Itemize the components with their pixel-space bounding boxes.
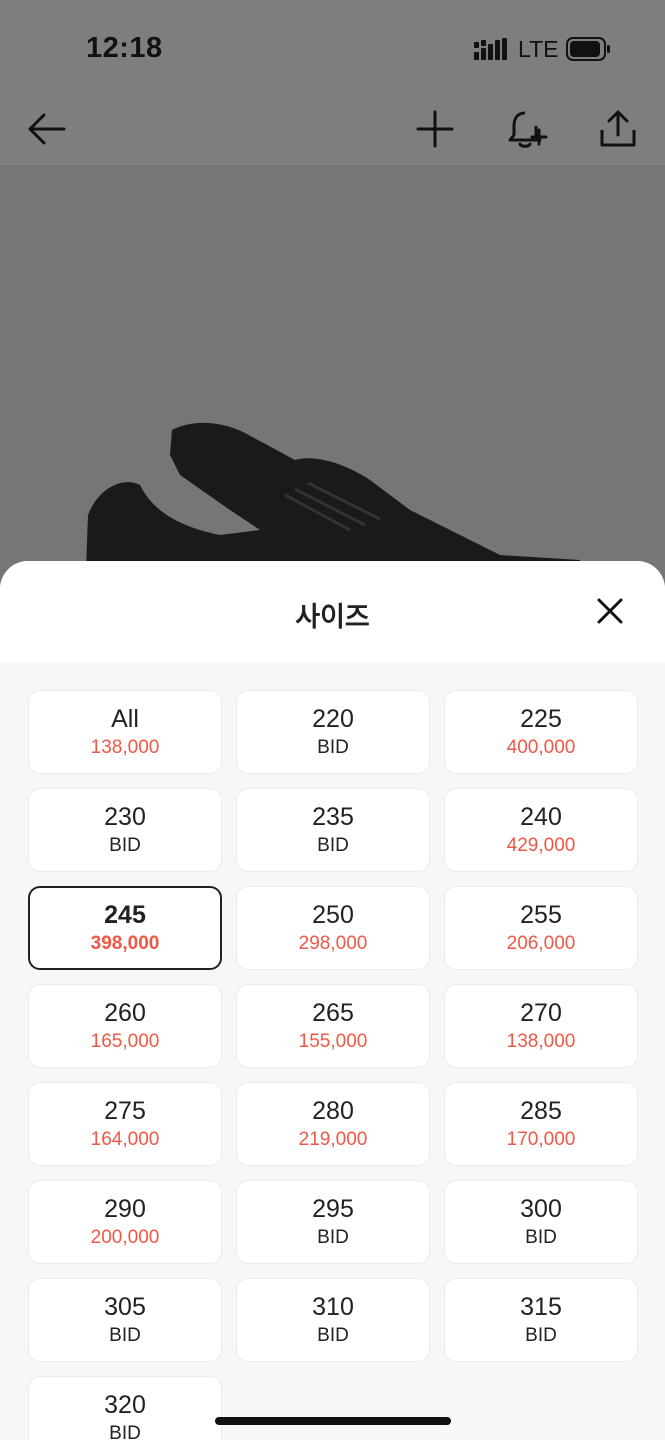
size-price: 170,000	[506, 1129, 576, 1150]
size-option[interactable]: 220 BID	[236, 690, 430, 774]
size-label: 220	[312, 705, 354, 733]
size-option[interactable]: 265 155,000	[236, 984, 430, 1068]
size-label: All	[111, 705, 139, 733]
size-price: BID	[317, 737, 349, 758]
size-option[interactable]: 315 BID	[444, 1278, 638, 1362]
size-label: 225	[520, 705, 562, 733]
size-option[interactable]: 225 400,000	[444, 690, 638, 774]
sheet-title: 사이즈	[295, 602, 370, 632]
size-option[interactable]: 245 398,000	[28, 886, 222, 970]
size-option[interactable]: 270 138,000	[444, 984, 638, 1068]
size-label: 230	[104, 803, 146, 831]
size-option[interactable]: 260 165,000	[28, 984, 222, 1068]
size-label: 300	[520, 1195, 562, 1223]
bell-plus-icon[interactable]	[506, 108, 548, 150]
size-price: 138,000	[506, 1031, 576, 1052]
product-image	[0, 165, 665, 585]
size-label: 265	[312, 999, 354, 1027]
size-price: BID	[109, 835, 141, 856]
size-price: 206,000	[506, 933, 576, 954]
close-icon[interactable]	[592, 593, 628, 629]
size-label: 295	[312, 1195, 354, 1223]
size-label: 245	[104, 901, 146, 929]
size-price: 200,000	[90, 1227, 160, 1248]
signal-strength-icon	[474, 38, 507, 60]
size-label: 280	[312, 1097, 354, 1125]
size-option[interactable]: 320 BID	[28, 1376, 222, 1440]
size-price: 398,000	[90, 933, 160, 954]
share-icon[interactable]	[597, 108, 639, 150]
size-option[interactable]: 230 BID	[28, 788, 222, 872]
size-price: 400,000	[506, 737, 576, 758]
size-price: 429,000	[506, 835, 576, 856]
size-label: 290	[104, 1195, 146, 1223]
shoe-image	[85, 422, 580, 585]
size-label: 305	[104, 1293, 146, 1321]
size-price: 219,000	[298, 1129, 368, 1150]
size-label: 240	[520, 803, 562, 831]
status-time: 12:18	[86, 32, 163, 64]
size-option[interactable]: 285 170,000	[444, 1082, 638, 1166]
battery-icon	[566, 37, 610, 61]
size-label: 310	[312, 1293, 354, 1321]
sheet-header: 사이즈	[0, 561, 665, 662]
size-price: BID	[109, 1325, 141, 1346]
size-option[interactable]: 310 BID	[236, 1278, 430, 1362]
size-label: 320	[104, 1391, 146, 1419]
top-nav-bar	[0, 95, 665, 165]
size-price: 155,000	[298, 1031, 368, 1052]
size-option[interactable]: All 138,000	[28, 690, 222, 774]
size-option[interactable]: 240 429,000	[444, 788, 638, 872]
size-option[interactable]: 235 BID	[236, 788, 430, 872]
size-label: 315	[520, 1293, 562, 1321]
size-option[interactable]: 300 BID	[444, 1180, 638, 1264]
size-label: 285	[520, 1097, 562, 1125]
size-price: 138,000	[90, 737, 160, 758]
size-label: 260	[104, 999, 146, 1027]
size-grid: All 138,000 220 BID 225 400,000 230 BID 235 BID 24…	[28, 690, 638, 1440]
home-indicator	[215, 1417, 451, 1425]
size-option[interactable]: 250 298,000	[236, 886, 430, 970]
size-price: 298,000	[298, 933, 368, 954]
size-label: 270	[520, 999, 562, 1027]
size-price: BID	[525, 1227, 557, 1248]
size-price: BID	[317, 1227, 349, 1248]
size-option[interactable]: 295 BID	[236, 1180, 430, 1264]
size-price: BID	[525, 1325, 557, 1346]
size-option[interactable]: 305 BID	[28, 1278, 222, 1362]
size-option[interactable]: 280 219,000	[236, 1082, 430, 1166]
size-price: 164,000	[90, 1129, 160, 1150]
size-option[interactable]: 275 164,000	[28, 1082, 222, 1166]
size-label: 235	[312, 803, 354, 831]
size-price: BID	[317, 835, 349, 856]
size-bottom-sheet: 사이즈 All 138,000 220 BID 225 400,000 230 BID 235 B…	[0, 561, 665, 1440]
size-label: 255	[520, 901, 562, 929]
size-price: 165,000	[90, 1031, 160, 1052]
size-label: 275	[104, 1097, 146, 1125]
size-option[interactable]: 290 200,000	[28, 1180, 222, 1264]
status-bar: 12:18 LTE	[0, 0, 665, 95]
size-price: BID	[109, 1423, 141, 1440]
size-option[interactable]: 255 206,000	[444, 886, 638, 970]
network-type: LTE	[518, 36, 559, 62]
back-arrow-icon[interactable]	[26, 108, 68, 150]
plus-icon[interactable]	[414, 108, 456, 150]
size-label: 250	[312, 901, 354, 929]
size-price: BID	[317, 1325, 349, 1346]
